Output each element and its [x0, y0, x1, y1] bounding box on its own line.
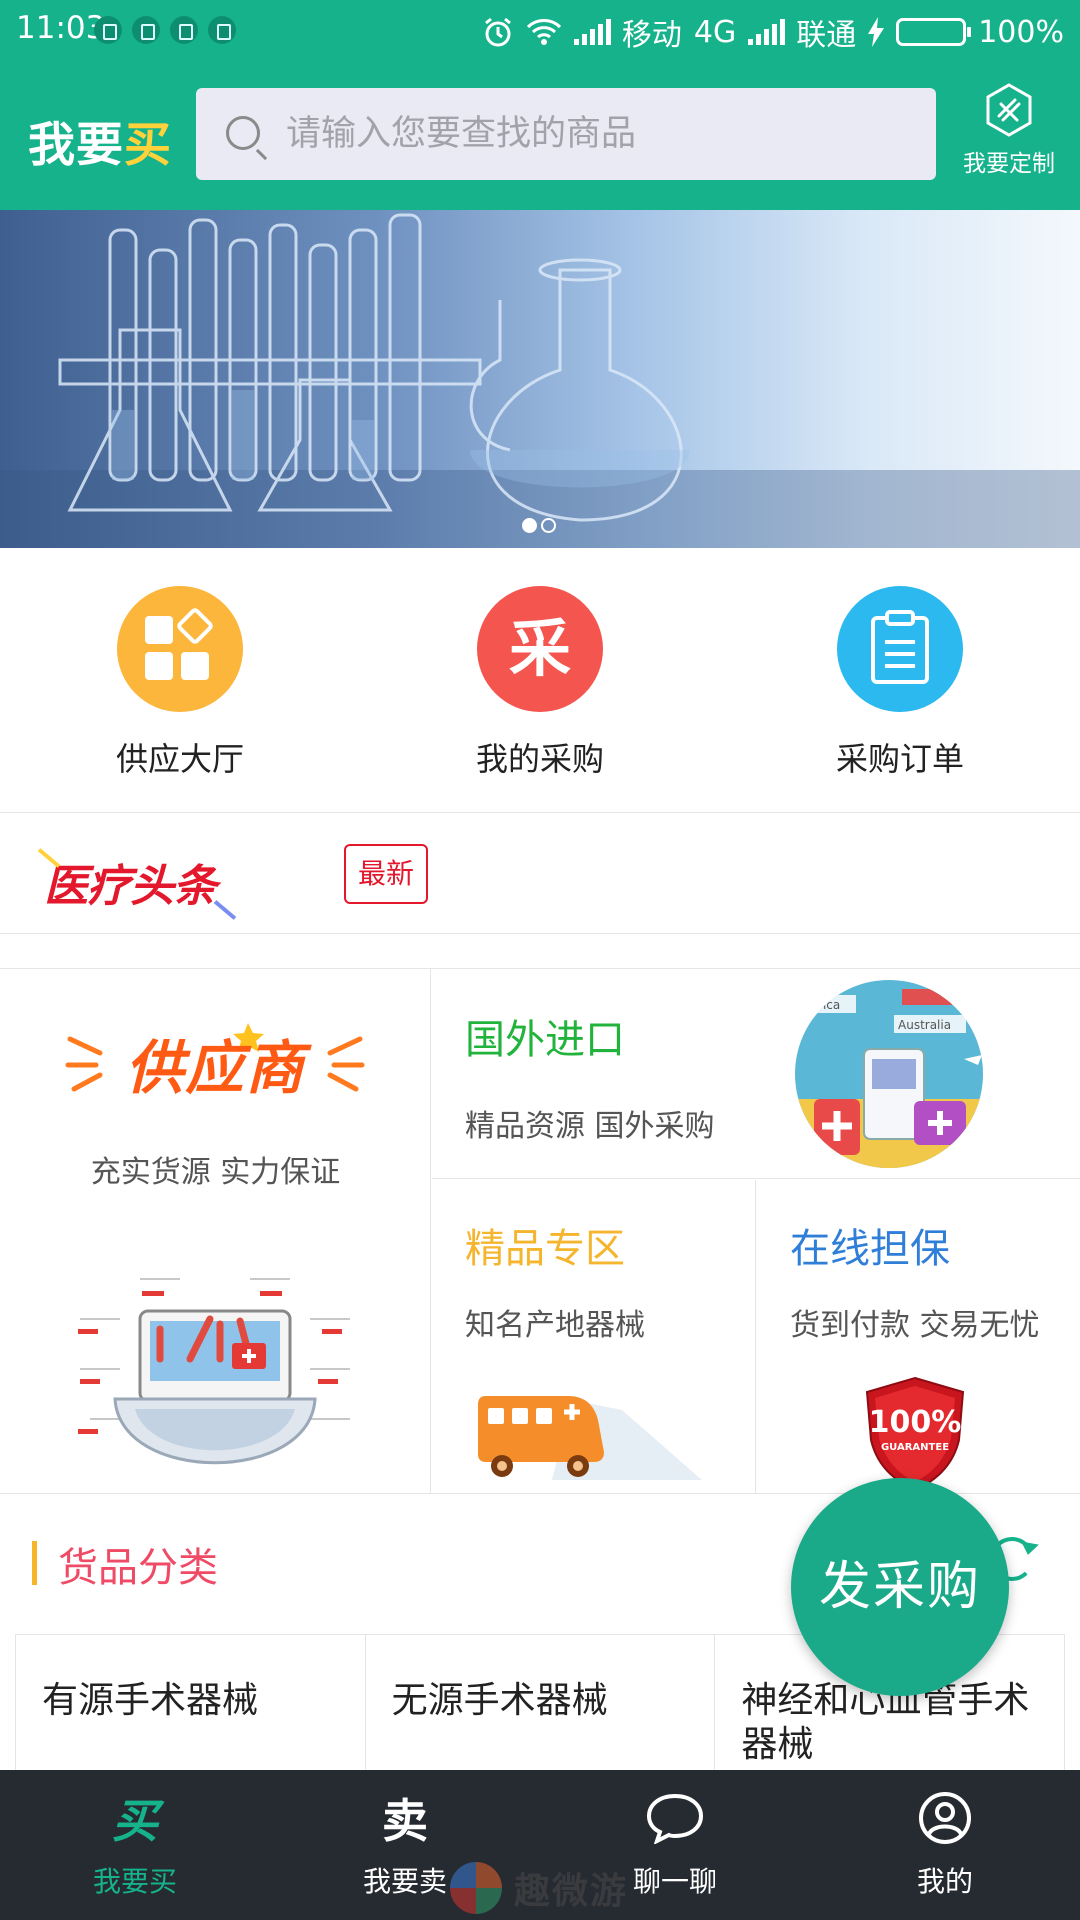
premium-zone-card[interactable]: 精品专区 知名产地器械: [432, 1180, 756, 1494]
promo-banner[interactable]: [0, 210, 1080, 548]
chat-icon: [540, 1788, 810, 1848]
ambulance-icon: [478, 1396, 702, 1480]
signal-icon: [748, 19, 786, 45]
custom-order-label: 我要定制: [963, 151, 1055, 177]
notification-icon: [208, 16, 236, 44]
my-purchase-button[interactable]: 采 我的采购: [360, 548, 720, 812]
battery-percent: 100%: [978, 14, 1064, 50]
banner-pagination[interactable]: [522, 518, 556, 533]
import-subtitle: 精品资源 国外采购: [465, 1109, 715, 1144]
latest-badge: 最新: [344, 844, 428, 904]
network-type: 4G: [693, 14, 737, 50]
purchase-icon: 采: [477, 586, 603, 712]
watermark-logo-icon: [450, 1862, 502, 1914]
quick-actions: 供应大厅 采 我的采购 采购订单: [0, 548, 1080, 813]
shield-icon: [132, 16, 160, 44]
signal-icon: [573, 19, 611, 45]
section-accent-bar: [32, 1541, 37, 1585]
category-title: 货品分类: [58, 1545, 218, 1591]
buy-icon: 买: [112, 1794, 158, 1848]
watermark-text: 趣微游: [514, 1871, 629, 1912]
status-bar: 11:03 移动 4G 联通 100%: [0, 0, 1080, 60]
guarantee-badge-text: GUARANTEE: [881, 1442, 949, 1453]
supply-hall-label: 供应大厅: [115, 740, 244, 778]
medical-tools-illustration: [78, 1278, 350, 1465]
banner-dot-1[interactable]: [522, 518, 537, 533]
clipboard-icon: [837, 586, 963, 712]
grid-icon: [117, 586, 243, 712]
nav-item-buy[interactable]: 买 我要买: [0, 1770, 270, 1920]
supplier-card[interactable]: 供应商 充实货源 实力保证: [0, 969, 431, 1494]
sell-icon: 卖: [382, 1794, 428, 1848]
australia-sign: Australia: [898, 1018, 951, 1032]
supplier-logo: 供应商: [125, 1034, 306, 1102]
search-bar[interactable]: [196, 88, 936, 180]
supplier-subtitle: 充实货源 实力保证: [90, 1155, 341, 1190]
premium-subtitle: 知名产地器械: [465, 1308, 645, 1343]
carrier-1: 移动: [621, 18, 682, 53]
search-icon: [226, 116, 260, 150]
feature-grid: 供应商 充实货源 实力保证 国外进口 精品资源 国外采购 Africa Aust…: [0, 969, 1080, 1494]
guarantee-subtitle: 货到付款 交易无忧: [790, 1308, 1040, 1343]
app-header: 我要买 我要定制: [0, 60, 1080, 210]
nav-label-buy: 我要买: [92, 1865, 177, 1898]
category-item[interactable]: 有源手术器械: [16, 1635, 366, 1770]
custom-order-button[interactable]: 我要定制: [954, 82, 1064, 178]
purchase-orders-label: 采购订单: [835, 740, 964, 778]
category-item[interactable]: 无源手术器械: [366, 1635, 716, 1770]
online-guarantee-card[interactable]: 在线担保 货到付款 交易无忧 100% GUARANTEE: [757, 1180, 1080, 1494]
purchase-orders-button[interactable]: 采购订单: [720, 548, 1080, 812]
my-purchase-label: 我的采购: [475, 740, 604, 778]
brand-prefix: 我要: [28, 118, 124, 173]
page-title: 我要买: [28, 106, 172, 175]
customize-icon: [986, 83, 1032, 137]
carrier-2: 联通: [796, 18, 857, 53]
import-card[interactable]: 国外进口 精品资源 国外采购 Africa Australia: [432, 969, 1080, 1179]
notification-icon: [170, 16, 198, 44]
wifi-icon: [526, 19, 561, 45]
lab-glassware-image: [0, 213, 1080, 548]
africa-sign: Africa: [806, 998, 840, 1012]
premium-title: 精品专区: [465, 1226, 625, 1272]
alarm-icon: [484, 17, 511, 47]
purchase-glyph: 采: [508, 612, 571, 685]
nav-label-profile: 我的: [916, 1865, 973, 1898]
profile-icon: [810, 1788, 1080, 1848]
status-time: 11:03: [16, 10, 106, 46]
medical-headlines[interactable]: 医疗头条 最新: [0, 814, 1080, 934]
watermark: 趣微游: [450, 1860, 628, 1916]
import-title: 国外进口: [465, 1017, 625, 1063]
import-illustration: Africa Australia: [795, 980, 983, 1168]
banner-dot-2[interactable]: [541, 518, 556, 533]
brand-accent: 买: [124, 118, 172, 173]
nav-item-profile[interactable]: 我的: [810, 1770, 1080, 1920]
guarantee-shield-icon: 100% GUARANTEE: [865, 1376, 965, 1492]
battery-icon: [896, 18, 972, 46]
guarantee-title: 在线担保: [790, 1226, 950, 1272]
guarantee-badge-percent: 100%: [869, 1405, 962, 1440]
charging-icon: [868, 17, 885, 47]
supply-hall-button[interactable]: 供应大厅: [0, 548, 360, 812]
post-purchase-button[interactable]: 发采购: [791, 1478, 1009, 1696]
notification-icon: [94, 16, 122, 44]
headline-logo: 医疗头条: [44, 850, 217, 914]
search-input[interactable]: [286, 88, 916, 180]
